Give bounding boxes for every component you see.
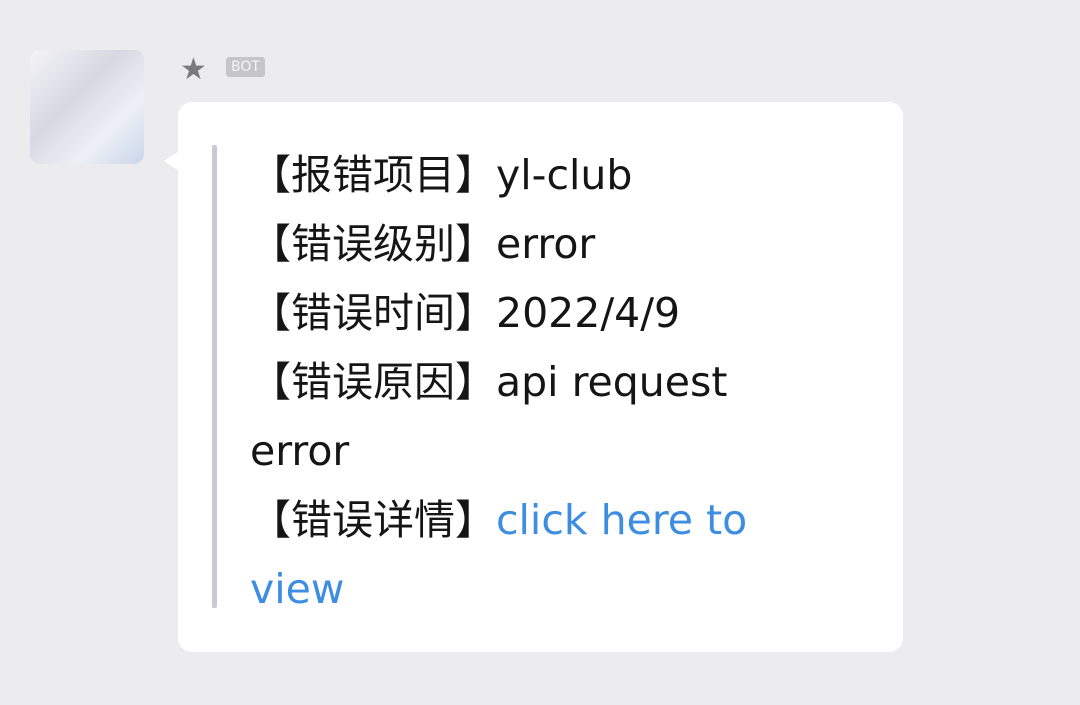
line-time: 【错误时间】2022/4/9 <box>250 289 681 337</box>
line-level: 【错误级别】error <box>250 220 596 268</box>
quote-bar <box>212 145 217 608</box>
line-project: 【报错项目】yl-club <box>250 151 633 199</box>
bubble-tail <box>164 151 179 171</box>
line-reason: 【错误原因】api request error <box>250 358 728 475</box>
star-icon: ★ <box>180 52 207 87</box>
message-text: 【报错项目】yl-club 【错误级别】error 【错误时间】2022/4/9… <box>250 141 850 624</box>
bot-badge: BOT <box>226 57 265 77</box>
line-detail: 【错误详情】click here to view <box>250 496 748 613</box>
avatar[interactable] <box>30 50 144 164</box>
